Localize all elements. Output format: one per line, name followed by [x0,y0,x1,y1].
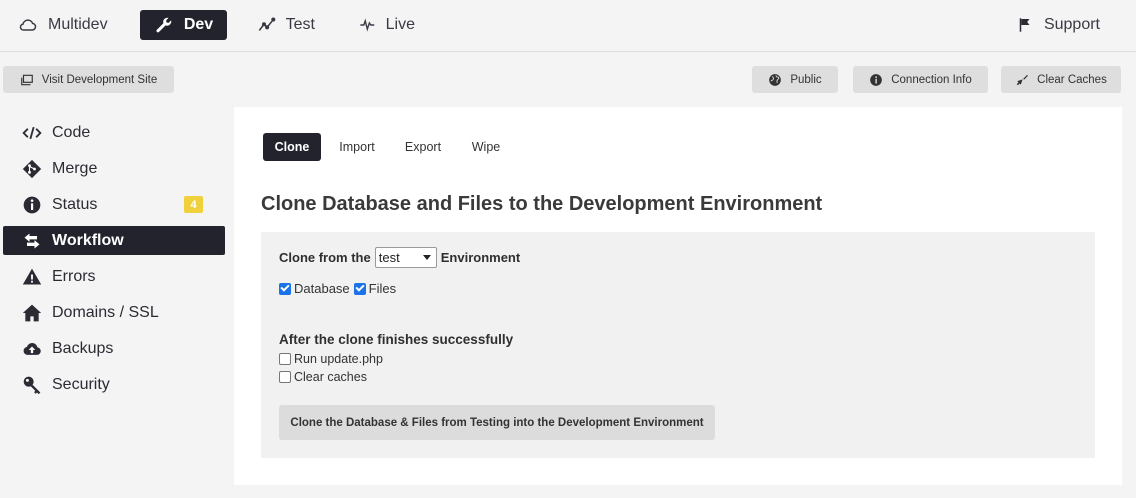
sidebar-item-label: Merge [52,159,98,177]
public-label: Public [790,73,822,86]
sidebar-item-label: Workflow [52,231,124,249]
home-icon [22,304,42,321]
run-update-row: Run update.php [279,352,383,366]
tab-export[interactable]: Export [397,133,449,161]
clone-options-row: Database Files [279,281,396,296]
sidebar-item-code[interactable]: Code [3,118,225,147]
sidebar-item-domains-ssl[interactable]: Domains / SSL [3,298,225,327]
clear-caches-label: Clear caches [294,370,367,384]
env-tab-label: Test [285,16,315,33]
sidebar-item-label: Status [52,195,98,213]
trend-line-icon [258,17,276,31]
files-checkbox[interactable] [353,282,366,295]
sidebar-item-status[interactable]: Status 4 [3,190,225,219]
support-link[interactable]: Support [1004,10,1112,40]
info-icon [23,196,41,213]
clone-submit-button[interactable]: Clone the Database & Files from Testing … [279,405,715,440]
tab-import[interactable]: Import [330,133,384,161]
run-update-label: Run update.php [294,352,383,366]
clone-from-label: Clone from the [279,250,371,265]
environment-bar: Multidev Dev Test Live Support [0,0,1136,52]
clear-label: Clear Caches [1037,73,1107,86]
chevron-down-icon [422,255,431,260]
tab-wipe[interactable]: Wipe [463,133,509,161]
cloud-icon [19,19,37,31]
database-label: Database [294,281,350,296]
broom-icon [1016,74,1028,85]
connection-label: Connection Info [891,73,972,86]
sidebar-item-merge[interactable]: Merge [3,154,225,183]
sidebar-item-label: Backups [52,339,114,357]
globe-icon [769,73,782,86]
env-tab-label: Dev [183,16,214,33]
env-tab-multidev[interactable]: Multidev [6,10,124,40]
tab-clone[interactable]: Clone [263,133,321,161]
key-icon [23,376,41,394]
source-environment-select[interactable]: test [374,247,437,268]
code-icon [22,126,42,139]
status-badge: 4 [184,196,203,213]
connection-info-button[interactable]: Connection Info [853,66,988,93]
sidebar-item-backups[interactable]: Backups [3,334,225,363]
pulse-icon [360,18,375,32]
cloud-upload-icon [23,342,41,355]
window-icon [20,74,33,85]
clone-source-row: Clone from the test Environment [279,247,520,268]
sidebar-item-errors[interactable]: Errors [3,262,225,291]
flag-icon [1019,18,1030,32]
clone-form: Clone from the test Environment Database… [261,232,1095,458]
support-label: Support [1043,16,1100,33]
clear-caches-checkbox[interactable] [279,371,291,383]
env-tab-label: Live [385,16,415,33]
sidebar-item-label: Errors [52,267,96,285]
env-tab-test[interactable]: Test [245,10,327,40]
wrench-icon [156,17,172,33]
sidebar-item-label: Code [52,123,91,141]
visit-development-site-button[interactable]: Visit Development Site [3,66,174,93]
files-label: Files [368,281,397,296]
info-icon [870,73,883,86]
git-merge-icon [22,159,42,178]
env-tab-live[interactable]: Live [347,10,427,40]
sidebar-item-label: Domains / SSL [52,303,159,321]
warning-icon [22,268,42,284]
public-button[interactable]: Public [752,66,838,93]
environment-label: Environment [440,250,521,265]
sidebar-item-workflow[interactable]: Workflow [3,226,225,255]
sidebar-item-security[interactable]: Security [3,370,225,399]
visit-label: Visit Development Site [41,73,158,86]
page-title: Clone Database and Files to the Developm… [261,193,823,215]
database-checkbox[interactable] [279,282,291,295]
workflow-arrows-icon [24,233,40,248]
after-clone-heading: After the clone finishes successfully [279,332,514,347]
clear-caches-row: Clear caches [279,370,367,384]
run-update-checkbox[interactable] [279,353,291,365]
sidebar-item-label: Security [52,375,110,393]
env-tab-dev[interactable]: Dev [140,10,227,40]
clear-caches-button[interactable]: Clear Caches [1001,66,1121,93]
workflow-panel: Clone Import Export Wipe Clone Database … [234,107,1122,485]
env-tab-label: Multidev [48,16,108,33]
select-value: test [378,250,400,265]
